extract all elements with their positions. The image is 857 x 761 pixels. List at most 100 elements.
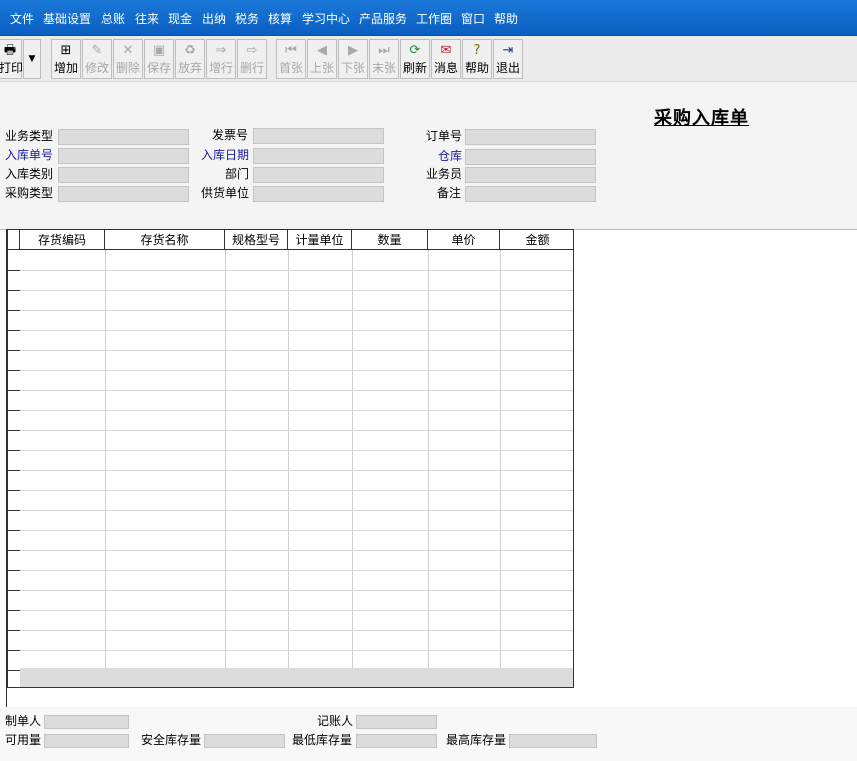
grid-row-line	[20, 430, 573, 431]
first-label: 首张	[278, 61, 303, 75]
add-row-label: 增行	[208, 61, 233, 75]
grid-row-line	[20, 530, 573, 531]
row-marker	[8, 270, 20, 271]
row-marker	[8, 570, 20, 571]
invoice-no-field[interactable]	[253, 128, 384, 144]
maker-label: 制单人	[5, 714, 42, 728]
purchase-type-field[interactable]	[58, 186, 189, 202]
menu-file[interactable]: 文件	[10, 12, 34, 26]
save-label: 保存	[146, 61, 171, 75]
print-button[interactable]: 🖶 打印	[0, 39, 23, 79]
print-dropdown-button[interactable]: ▼	[23, 39, 41, 79]
column-header-quantity[interactable]: 数量	[352, 230, 428, 250]
menu-learning-center[interactable]: 学习中心	[302, 12, 350, 26]
first-record-button[interactable]: ⏮ 首张	[276, 39, 306, 79]
last-label: 末张	[371, 61, 396, 75]
row-marker	[8, 290, 20, 291]
insert-row-icon: ⇒	[215, 43, 227, 58]
menu-receivables[interactable]: 往来	[135, 12, 159, 26]
column-header-item-name[interactable]: 存货名称	[105, 230, 225, 250]
menu-workspace[interactable]: 工作圈	[416, 12, 452, 26]
min-stock-label: 最低库存量	[292, 733, 353, 747]
grid-row-line	[20, 490, 573, 491]
warehouse-field[interactable]	[465, 149, 596, 165]
add-label: 增加	[53, 61, 78, 75]
menu-general-ledger[interactable]: 总账	[101, 12, 125, 26]
caret-down-icon: ▼	[28, 54, 36, 64]
receipt-category-field[interactable]	[58, 167, 189, 183]
refresh-button[interactable]: ⟳ 刷新	[400, 39, 430, 79]
remark-label: 备注	[437, 186, 462, 200]
column-header-unit[interactable]: 计量单位	[288, 230, 352, 250]
next-record-button[interactable]: ▶ 下张	[338, 39, 368, 79]
available-label: 可用量	[5, 733, 42, 747]
salesperson-label: 业务员	[426, 167, 463, 181]
receipt-date-field[interactable]	[253, 148, 384, 164]
department-field[interactable]	[253, 167, 384, 183]
purchase-type-label: 采购类型	[5, 186, 54, 200]
grid-header: 存货编码 存货名称 规格型号 计量单位 数量 单价 金额	[8, 230, 573, 250]
refresh-icon: ⟳	[409, 43, 421, 58]
column-header-item-code[interactable]: 存货编码	[20, 230, 105, 250]
row-marker	[8, 430, 20, 431]
grid-row-line	[20, 330, 573, 331]
row-marker	[8, 410, 20, 411]
menu-help[interactable]: 帮助	[494, 12, 518, 26]
salesperson-field[interactable]	[465, 167, 596, 183]
remark-field[interactable]	[465, 186, 596, 202]
grid-row-line	[20, 570, 573, 571]
prev-record-button[interactable]: ◀ 上张	[307, 39, 337, 79]
department-label: 部门	[225, 167, 250, 181]
exit-button[interactable]: ⇥ 退出	[493, 39, 523, 79]
discard-button[interactable]: ♻ 放弃	[175, 39, 205, 79]
row-marker	[8, 350, 20, 351]
grid-column-line	[225, 250, 226, 687]
page-title: 采购入库单	[654, 108, 749, 129]
new-document-icon: ⊞	[60, 43, 72, 58]
grid-corner[interactable]	[8, 230, 20, 250]
message-label: 消息	[433, 61, 458, 75]
add-row-button[interactable]: ⇒ 增行	[206, 39, 236, 79]
discard-label: 放弃	[177, 61, 202, 75]
receipt-no-field[interactable]	[58, 148, 189, 164]
save-button[interactable]: ▣ 保存	[144, 39, 174, 79]
column-header-amount[interactable]: 金额	[500, 230, 573, 250]
grid-row-line	[20, 610, 573, 611]
menu-window[interactable]: 窗口	[461, 12, 485, 26]
menu-tax[interactable]: 税务	[235, 12, 259, 26]
min-stock-field	[356, 734, 437, 748]
grid-row-line	[20, 470, 573, 471]
available-field	[44, 734, 129, 748]
column-header-unit-price[interactable]: 单价	[428, 230, 500, 250]
grid-row-line	[20, 650, 573, 651]
maker-field	[44, 715, 129, 729]
disk-icon: ▣	[152, 43, 166, 58]
menu-cash[interactable]: 现金	[168, 12, 192, 26]
printer-icon: 🖶	[3, 43, 17, 58]
row-marker	[8, 390, 20, 391]
edit-button[interactable]: ✎ 修改	[82, 39, 112, 79]
message-button[interactable]: ✉ 消息	[431, 39, 461, 79]
business-type-field[interactable]	[58, 129, 189, 145]
prev-icon: ◀	[317, 43, 327, 58]
grid-column-line	[428, 250, 429, 687]
add-button[interactable]: ⊞ 增加	[51, 39, 81, 79]
receipt-category-label: 入库类别	[5, 167, 54, 181]
supplier-field[interactable]	[253, 186, 384, 202]
menu-basic-settings[interactable]: 基础设置	[43, 12, 91, 26]
toolbar: 🖶 打印 ▼ ⊞ 增加 ✎ 修改 ✕ 删除 ▣ 保存 ♻ 放弃 ⇒ 增行 ⇨ 删…	[0, 36, 857, 82]
column-header-spec[interactable]: 规格型号	[225, 230, 288, 250]
menu-cashier[interactable]: 出纳	[202, 12, 226, 26]
last-record-button[interactable]: ⏭ 末张	[369, 39, 399, 79]
delete-row-button[interactable]: ⇨ 删行	[237, 39, 267, 79]
menu-accounting[interactable]: 核算	[268, 12, 292, 26]
grid-row-line	[20, 590, 573, 591]
delete-button[interactable]: ✕ 删除	[113, 39, 143, 79]
menu-products[interactable]: 产品服务	[359, 12, 407, 26]
order-no-field[interactable]	[465, 129, 596, 145]
menu-bar: 文件 基础设置 总账 往来 现金 出纳 税务 核算 学习中心 产品服务 工作圈 …	[0, 0, 857, 36]
delete-x-icon: ✕	[122, 43, 134, 58]
line-items-grid[interactable]: 存货编码 存货名称 规格型号 计量单位 数量 单价 金额	[7, 229, 574, 688]
help-button[interactable]: ? 帮助	[462, 39, 492, 79]
trash-icon: ♻	[184, 43, 196, 58]
